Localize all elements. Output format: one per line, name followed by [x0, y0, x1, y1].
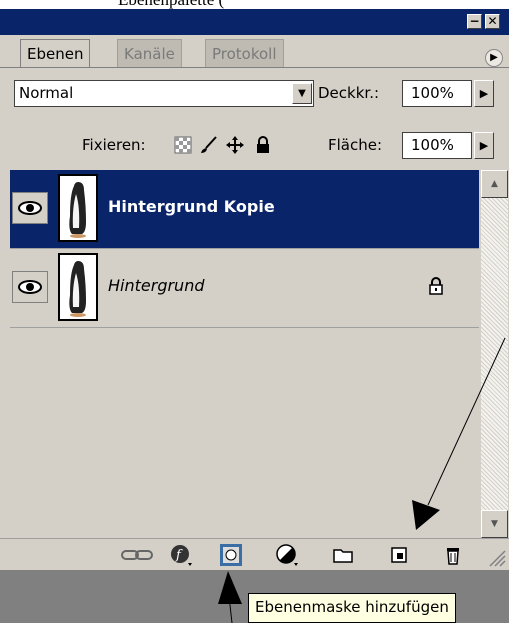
layers-scrollbar[interactable]: ▲ ▼ [481, 170, 508, 538]
lock-transparent-icon[interactable] [174, 136, 192, 154]
lock-move-icon[interactable] [226, 136, 244, 154]
opacity-input[interactable]: 100% [402, 80, 472, 107]
minimize-button[interactable]: − [467, 14, 482, 29]
layer-row-hintergrund-kopie[interactable]: Hintergrund Kopie [10, 170, 479, 248]
lock-label: Fixieren: [82, 136, 146, 154]
resize-grip-icon[interactable] [486, 547, 506, 567]
layer-thumbnail-penguin [58, 253, 98, 321]
scroll-up-icon[interactable]: ▲ [481, 170, 508, 198]
caption-text: Ebenenpalette ( [118, 0, 224, 9]
visibility-eye-icon[interactable] [12, 271, 48, 303]
blend-mode-select[interactable]: Normal ▼ [14, 80, 314, 107]
lock-paint-icon[interactable] [200, 136, 218, 154]
opacity-label: Deckkr.: [318, 84, 380, 102]
tab-ebenen[interactable]: Ebenen [20, 39, 91, 67]
palette-bottom-bar: f [0, 538, 509, 570]
layer-style-icon[interactable]: f [170, 544, 192, 566]
tooltip: Ebenenmaske hinzufügen [248, 593, 456, 623]
close-button[interactable]: ✕ [485, 14, 500, 29]
visibility-eye-icon[interactable] [12, 192, 48, 224]
fill-input[interactable]: 100% [402, 132, 472, 159]
scroll-down-icon[interactable]: ▼ [481, 510, 508, 538]
layer-name[interactable]: Hintergrund [108, 276, 204, 295]
layer-lock-icon [429, 277, 443, 295]
opacity-arrow-icon[interactable]: ▶ [474, 80, 494, 107]
fill-arrow-icon[interactable]: ▶ [474, 132, 494, 159]
layer-mask-icon[interactable] [220, 544, 242, 566]
document-caption: Ebenenpalette ( [0, 0, 509, 9]
palette-titlebar[interactable]: − ✕ [0, 9, 509, 35]
palette-tabs: Ebenen Kanäle Protokoll ▶ [0, 35, 509, 68]
link-icon[interactable] [120, 544, 154, 566]
lock-all-icon[interactable] [254, 136, 272, 154]
palette-menu-button[interactable]: ▶ [485, 49, 503, 67]
adjustment-layer-icon[interactable] [276, 544, 298, 566]
layers-list: Hintergrund Kopie Hintergrund [10, 170, 479, 538]
layer-thumbnail-penguin [58, 174, 98, 242]
scroll-track[interactable] [481, 198, 508, 510]
fill-label: Fläche: [328, 136, 383, 154]
tab-kanaele[interactable]: Kanäle [117, 39, 182, 67]
folder-icon[interactable] [332, 544, 354, 566]
chevron-down-icon[interactable]: ▼ [292, 83, 312, 104]
tab-protokoll[interactable]: Protokoll [205, 39, 284, 67]
layer-name[interactable]: Hintergrund Kopie [108, 197, 275, 216]
layer-row-hintergrund[interactable]: Hintergrund [10, 249, 479, 327]
blend-mode-value: Normal [19, 84, 74, 102]
trash-icon[interactable] [442, 544, 464, 566]
new-layer-icon[interactable] [388, 544, 410, 566]
layer-divider [10, 327, 479, 328]
